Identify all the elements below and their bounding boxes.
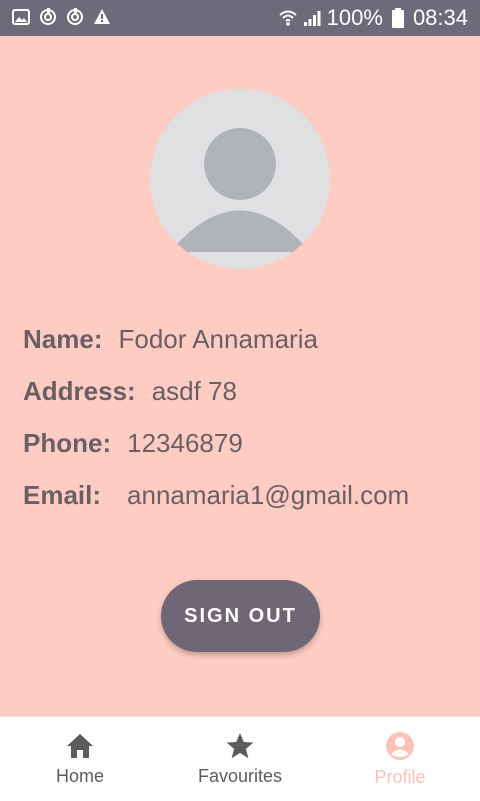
profile-screen: Name: Fodor Annamaria Address: asdf 78 P…: [0, 36, 480, 716]
nav-item-favourites[interactable]: Favourites: [160, 717, 320, 801]
battery-percentage: 100%: [326, 5, 383, 30]
nav-label-home: Home: [55, 765, 104, 786]
status-bar: 100% 08:34: [0, 0, 480, 36]
name-row: Name: Fodor Annamaria: [23, 324, 318, 355]
wifi-icon: [278, 9, 297, 27]
name-value: Fodor Annamaria: [118, 324, 318, 354]
home-icon: [67, 733, 93, 758]
address-label: Address:: [23, 376, 136, 406]
email-row: Email: annamaria1@gmail.com: [23, 480, 409, 511]
star-icon: [226, 732, 254, 758]
person-icon: [170, 128, 310, 252]
name-label: Name:: [23, 324, 103, 354]
sign-out-button[interactable]: SIGN OUT: [161, 580, 320, 652]
notification-icons: [12, 8, 111, 26]
address-value: asdf 78: [151, 376, 237, 406]
address-row: Address: asdf 78: [23, 376, 237, 407]
nav-label-favourites: Favourites: [197, 765, 283, 786]
avatar: [150, 89, 330, 269]
email-value: annamaria1@gmail.com: [127, 480, 410, 510]
account-circle-icon: [386, 731, 414, 760]
warning-icon: [93, 8, 111, 26]
clock: 08:34: [412, 5, 468, 30]
phone-row: Phone: 12346879: [23, 428, 243, 459]
nav-item-home[interactable]: Home: [0, 717, 160, 801]
nav-item-profile[interactable]: Profile: [320, 717, 480, 801]
image-icon: [12, 8, 30, 26]
nav-label-profile: Profile: [374, 766, 426, 787]
email-label: Email:: [23, 480, 102, 510]
signal-icon: [303, 9, 321, 27]
battery-icon: [389, 8, 407, 28]
bottom-navigation: Home Favourites Profile: [0, 716, 480, 801]
sync-icon: [39, 8, 57, 26]
phone-value: 12346879: [127, 428, 243, 458]
status-indicators: 100% 08:34: [278, 5, 468, 31]
phone-label: Phone:: [23, 428, 112, 458]
sync-icon: [66, 8, 84, 26]
